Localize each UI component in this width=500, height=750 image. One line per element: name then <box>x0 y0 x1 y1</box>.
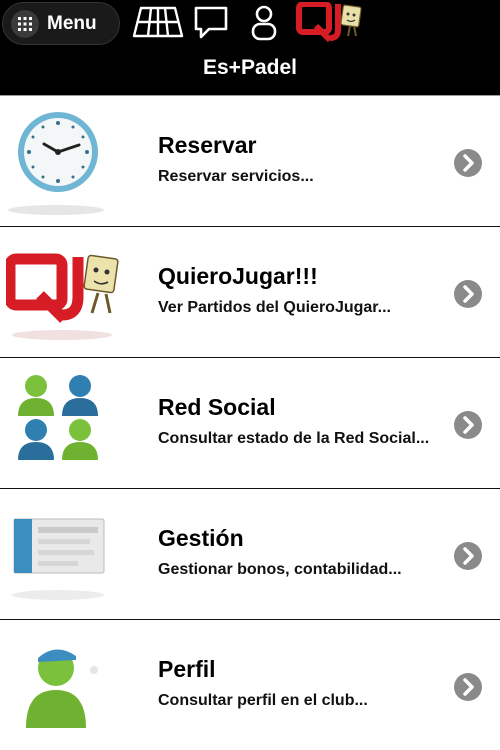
list-item-perfil[interactable]: Perfil Consultar perfil en el club... <box>0 619 500 750</box>
list-item-red-social[interactable]: Red Social Consultar estado de la Red So… <box>0 357 500 488</box>
clock-icon <box>6 106 110 216</box>
quierojugar-logo-icon[interactable] <box>296 1 368 49</box>
menu-label: Menu <box>47 12 97 34</box>
main-menu-list: Reservar Reservar servicios... QuieroJug… <box>0 95 500 750</box>
list-item-title: Reservar <box>158 132 257 158</box>
chevron-right-icon[interactable] <box>453 541 483 571</box>
list-item-title: Gestión <box>158 525 244 551</box>
menu-button[interactable]: Menu <box>2 2 120 45</box>
list-item-subtitle: Consultar estado de la Red Social... <box>158 430 430 447</box>
chevron-right-icon[interactable] <box>453 672 483 702</box>
app-title: Es+Padel <box>203 56 297 79</box>
list-item-subtitle: Ver Partidos del QuieroJugar... <box>158 299 391 316</box>
list-item-subtitle: Gestionar bonos, contabilidad... <box>158 561 402 578</box>
list-item-reservar[interactable]: Reservar Reservar servicios... <box>0 95 500 226</box>
list-item-subtitle: Consultar perfil en el club... <box>158 692 368 709</box>
document-card-icon <box>6 499 110 609</box>
profile-user-icon <box>6 630 110 740</box>
people-group-icon <box>6 368 110 478</box>
quierojugar-logo-icon <box>4 237 119 347</box>
chat-bubble-icon[interactable] <box>192 4 230 47</box>
list-item-title: QuieroJugar!!! <box>158 263 318 289</box>
chevron-right-icon[interactable] <box>453 279 483 309</box>
user-icon[interactable] <box>249 4 279 47</box>
top-bar: Menu Es+Padel <box>0 0 500 95</box>
list-item-quierojugar[interactable]: QuieroJugar!!! Ver Partidos del QuieroJu… <box>0 226 500 357</box>
list-item-gestion[interactable]: Gestión Gestionar bonos, contabilidad... <box>0 488 500 619</box>
chevron-right-icon[interactable] <box>453 148 483 178</box>
grid-icon <box>11 9 39 38</box>
list-item-subtitle: Reservar servicios... <box>158 168 314 185</box>
list-item-title: Perfil <box>158 656 216 682</box>
list-item-title: Red Social <box>158 394 276 420</box>
court-icon[interactable] <box>132 4 184 45</box>
chevron-right-icon[interactable] <box>453 410 483 440</box>
